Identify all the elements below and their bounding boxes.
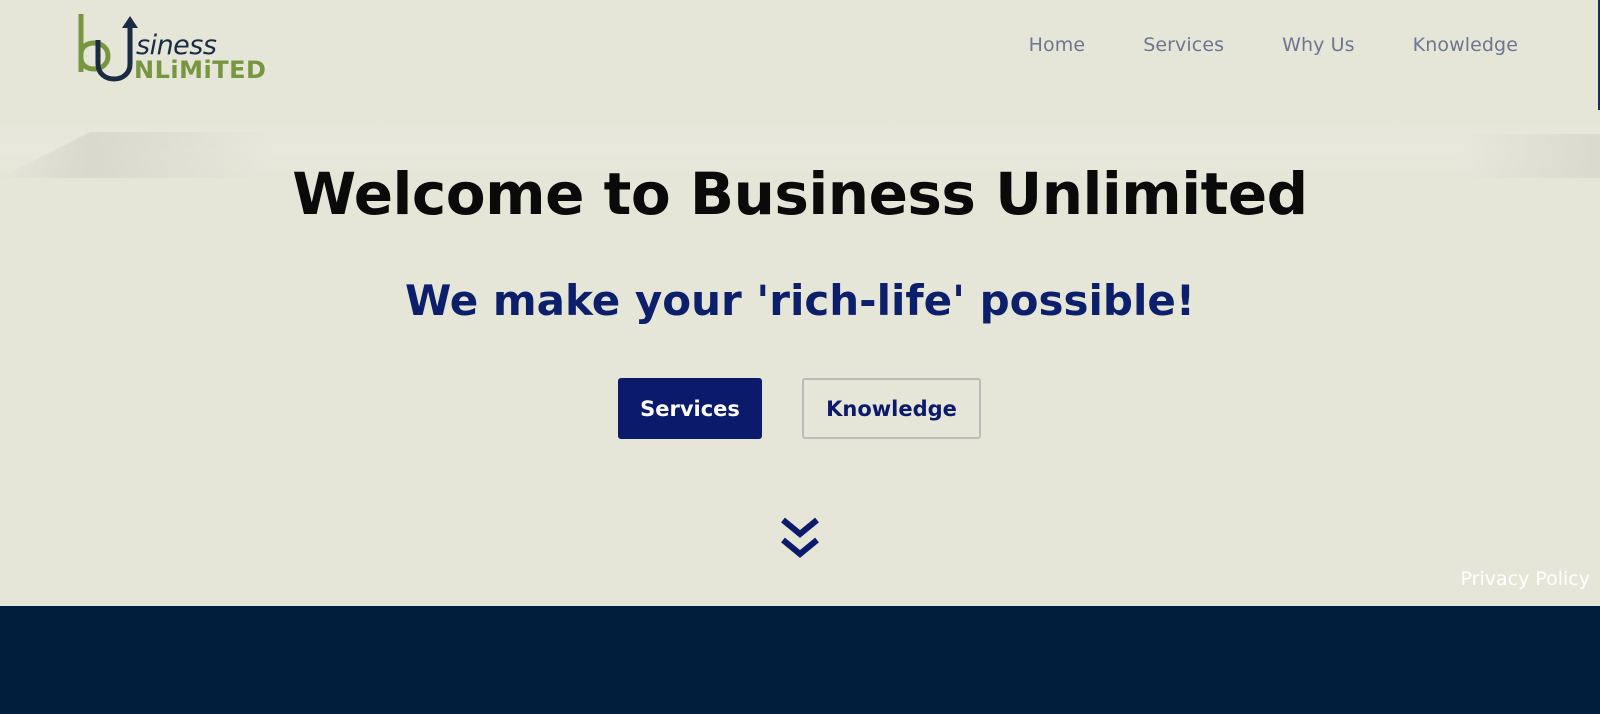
main-nav: Home Services Why Us Knowledge	[971, 34, 1518, 56]
privacy-policy-link[interactable]: Privacy Policy	[1461, 568, 1590, 590]
logo-graphic: siness NLiMiTED	[78, 14, 266, 84]
hero-subtitle: We make your 'rich-life' possible!	[404, 276, 1196, 325]
dark-section-band	[0, 606, 1600, 714]
hero-title: Welcome to Business Unlimited	[292, 160, 1308, 228]
nav-item-services[interactable]: Services	[1143, 34, 1224, 56]
knowledge-button[interactable]: Knowledge	[802, 378, 981, 439]
logo-bottom-text: NLiMiTED	[134, 56, 266, 84]
nav-item-knowledge[interactable]: Knowledge	[1413, 34, 1518, 56]
double-chevron-down-icon[interactable]	[778, 516, 822, 562]
business-unlimited-logo[interactable]: siness NLiMiTED	[78, 14, 278, 84]
nav-item-why-us[interactable]: Why Us	[1282, 34, 1355, 56]
hero-section: siness NLiMiTED Home Services Why Us Kno…	[0, 0, 1600, 606]
services-button[interactable]: Services	[618, 378, 762, 439]
nav-item-home[interactable]: Home	[1029, 34, 1086, 56]
